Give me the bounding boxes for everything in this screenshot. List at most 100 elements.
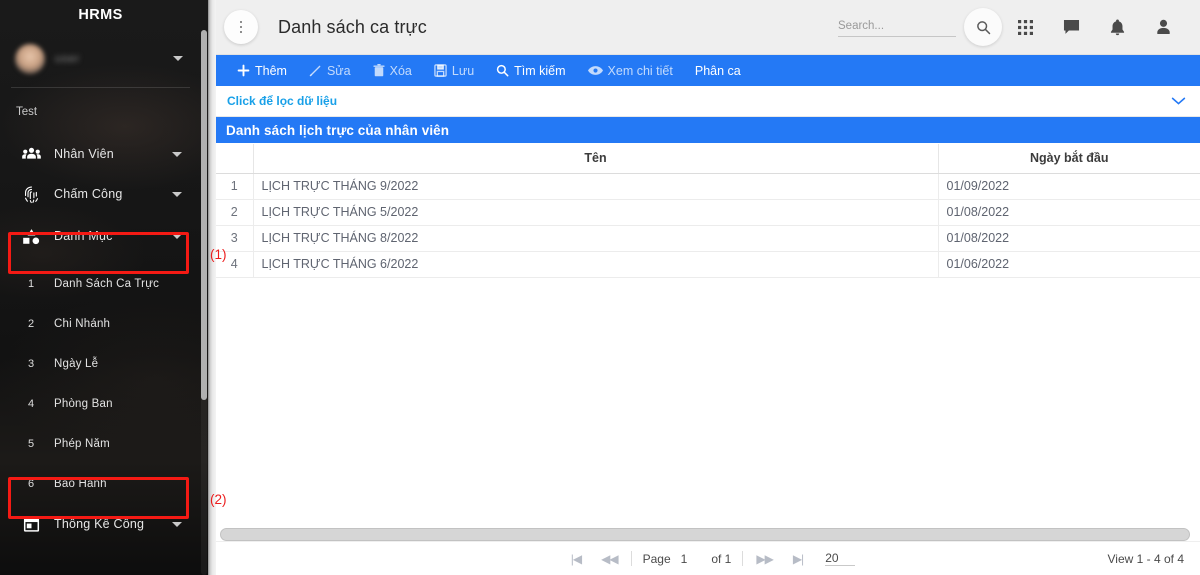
table-row[interactable]: 3 LỊCH TRỰC THÁNG 8/2022 01/08/2022 bbox=[216, 225, 1200, 252]
sidebar-subitem-bao-hanh[interactable]: 6 Bảo Hành bbox=[0, 464, 201, 504]
subitem-index: 2 bbox=[27, 318, 35, 330]
sidebar-item-cham-cong[interactable]: Chấm Công bbox=[0, 174, 201, 214]
pencil-icon bbox=[309, 64, 322, 77]
toolbar-button-label: Phân ca bbox=[694, 63, 741, 78]
grid-title: Danh sách lịch trực của nhân viên bbox=[216, 117, 1200, 143]
cell-ngay-bat-dau: 01/08/2022 bbox=[938, 225, 1200, 252]
annotation-1: (1) bbox=[210, 247, 227, 262]
page-size-input[interactable] bbox=[825, 551, 856, 566]
toolbar-button-phan-ca[interactable]: Phân ca bbox=[684, 55, 752, 86]
chevron-down-icon[interactable] bbox=[173, 56, 183, 61]
sidebar-subitem-phep-nam[interactable]: 5 Phép Năm bbox=[0, 424, 201, 464]
sidebar-item-nhan-vien[interactable]: Nhân Viên bbox=[0, 134, 201, 174]
sidebar-subitem-danh-sach-ca-truc[interactable]: 1 Danh Sách Ca Trực bbox=[0, 264, 201, 304]
subitem-index: 1 bbox=[27, 278, 35, 290]
toolbar-button-sua[interactable]: Sửa bbox=[298, 55, 362, 86]
sidebar: HRMS user Test Nhân Viên Chấm Công Danh … bbox=[0, 0, 208, 575]
subitem-label: Danh Sách Ca Trực bbox=[54, 278, 160, 290]
toolbar-button-them[interactable]: Thêm bbox=[226, 55, 298, 86]
page-number[interactable]: 1 bbox=[679, 552, 690, 566]
cell-ngay-bat-dau: 01/09/2022 bbox=[938, 173, 1200, 200]
filter-link[interactable]: Click để lọc dữ liệu bbox=[227, 94, 337, 108]
sidebar-section-label: Test bbox=[16, 106, 38, 118]
chevron-down-icon[interactable] bbox=[172, 191, 182, 197]
sidebar-scrollbar[interactable] bbox=[201, 30, 207, 575]
view-range-text: View 1 - 4 of 4 bbox=[1107, 551, 1185, 566]
chevron-down-icon[interactable] bbox=[1171, 93, 1186, 110]
toolbar-button-label: Xóa bbox=[389, 63, 412, 78]
toolbar-button-luu[interactable]: Lưu bbox=[423, 55, 485, 86]
application-window: HRMS user Test Nhân Viên Chấm Công Danh … bbox=[0, 0, 1200, 575]
chevron-down-icon[interactable] bbox=[172, 233, 182, 239]
search-input[interactable] bbox=[838, 17, 956, 37]
subitem-label: Phòng Ban bbox=[54, 398, 113, 410]
cell-index: 2 bbox=[216, 199, 254, 226]
toolbar-button-label: Xem chi tiết bbox=[607, 63, 673, 78]
toolbar-button-label: Thêm bbox=[255, 63, 287, 78]
filter-bar[interactable]: Click để lọc dữ liệu bbox=[216, 86, 1200, 117]
next-page-icon[interactable]: ▶▶ bbox=[746, 552, 782, 566]
toolbar-button-tim-kiem[interactable]: Tìm kiếm bbox=[485, 55, 576, 86]
sidebar-item-label: Danh Mục bbox=[54, 229, 113, 243]
bell-icon[interactable] bbox=[1094, 7, 1140, 47]
search-icon bbox=[496, 64, 509, 77]
prev-page-icon[interactable]: ◀◀ bbox=[591, 552, 627, 566]
apps-grid-icon[interactable] bbox=[1002, 7, 1048, 47]
search-button[interactable] bbox=[964, 8, 1002, 46]
pagination-bar: |◀ ◀◀ Page 1 of 1 ▶▶ ▶| View 1 - 4 of 4 bbox=[216, 541, 1200, 575]
cell-ngay-bat-dau: 01/06/2022 bbox=[938, 251, 1200, 278]
calendar-icon bbox=[16, 516, 46, 533]
last-page-icon[interactable]: ▶| bbox=[783, 552, 813, 566]
subitem-label: Bảo Hành bbox=[54, 478, 107, 490]
sidebar-subitem-ngay-le[interactable]: 3 Ngày Lễ bbox=[0, 344, 201, 384]
subitem-index: 6 bbox=[27, 478, 35, 490]
action-toolbar: Thêm Sửa Xóa Lưu Tìm kiếm Xem chi tiết P… bbox=[216, 55, 1200, 86]
data-grid-wrap: Tên Ngày bắt đầu 1 LỊCH TRỰC THÁNG 9/202… bbox=[216, 144, 1200, 519]
app-brand-title: HRMS bbox=[78, 7, 123, 23]
toolbar-button-label: Lưu bbox=[451, 63, 475, 78]
fingerprint-icon bbox=[16, 185, 46, 204]
chat-bubble-icon[interactable] bbox=[1048, 7, 1094, 47]
annotation-2: (2) bbox=[210, 492, 227, 507]
toolbar-button-xem-chi-tiet[interactable]: Xem chi tiết bbox=[577, 55, 684, 86]
sidebar-subitem-chi-nhanh[interactable]: 2 Chi Nhánh bbox=[0, 304, 201, 344]
cell-ten: LỊCH TRỰC THÁNG 9/2022 bbox=[253, 173, 939, 200]
page-of-label: of 1 bbox=[711, 551, 732, 566]
avatar bbox=[15, 43, 45, 74]
table-row[interactable]: 1 LỊCH TRỰC THÁNG 9/2022 01/09/2022 bbox=[216, 173, 1200, 200]
plus-icon bbox=[237, 64, 250, 77]
toolbar-button-xoa[interactable]: Xóa bbox=[362, 55, 423, 86]
sidebar-item-thong-ke-cong[interactable]: Thống Kê Công bbox=[0, 504, 201, 544]
sidebar-subitem-phong-ban[interactable]: 4 Phòng Ban bbox=[0, 384, 201, 424]
avatar-username: user bbox=[55, 52, 81, 65]
save-icon bbox=[434, 64, 447, 77]
sidebar-item-label: Chấm Công bbox=[54, 187, 123, 201]
table-row[interactable]: 2 LỊCH TRỰC THÁNG 5/2022 01/08/2022 bbox=[216, 199, 1200, 226]
top-bar: Danh sách ca trực bbox=[208, 0, 1200, 55]
subitem-index: 3 bbox=[27, 358, 35, 370]
cell-ten: LỊCH TRỰC THÁNG 8/2022 bbox=[253, 225, 939, 252]
column-header-index[interactable] bbox=[216, 144, 254, 174]
sidebar-item-label: Thống Kê Công bbox=[54, 517, 145, 531]
sidebar-user-profile[interactable]: user bbox=[11, 30, 190, 88]
eye-icon bbox=[587, 65, 603, 76]
table-row[interactable]: 4 LỊCH TRỰC THÁNG 6/2022 01/06/2022 bbox=[216, 251, 1200, 278]
sidebar-divider bbox=[208, 0, 216, 575]
subitem-label: Chi Nhánh bbox=[54, 318, 111, 330]
chevron-down-icon[interactable] bbox=[172, 151, 182, 157]
subitem-index: 5 bbox=[27, 438, 35, 450]
data-grid: Tên Ngày bắt đầu 1 LỊCH TRỰC THÁNG 9/202… bbox=[216, 144, 1200, 278]
chevron-down-icon[interactable] bbox=[172, 521, 182, 527]
person-icon[interactable] bbox=[1140, 7, 1186, 47]
people-group-icon bbox=[16, 147, 46, 161]
first-page-icon[interactable]: |◀ bbox=[561, 552, 591, 566]
table-header-row: Tên Ngày bắt đầu bbox=[216, 144, 1200, 174]
kebab-menu-icon[interactable] bbox=[224, 10, 258, 44]
subitem-index: 4 bbox=[27, 398, 35, 410]
horizontal-scrollbar[interactable] bbox=[220, 528, 1190, 541]
cell-ngay-bat-dau: 01/08/2022 bbox=[938, 199, 1200, 226]
column-header-ten[interactable]: Tên bbox=[253, 144, 939, 174]
column-header-ngay-bat-dau[interactable]: Ngày bắt đầu bbox=[938, 144, 1200, 174]
sidebar-item-danh-muc[interactable]: Danh Mục bbox=[0, 216, 201, 256]
subitem-label: Ngày Lễ bbox=[54, 358, 99, 370]
